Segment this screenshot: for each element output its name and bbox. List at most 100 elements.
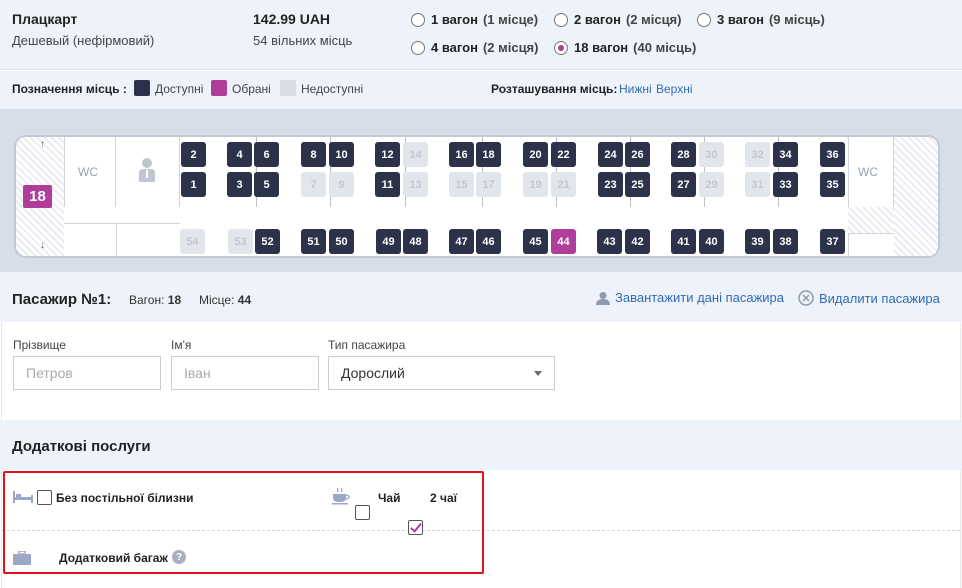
load-passenger-link[interactable]: Завантажити дані пасажира: [596, 290, 784, 305]
seat-13: 13: [403, 172, 428, 197]
seat-52[interactable]: 52: [255, 229, 280, 254]
seat-45[interactable]: 45: [523, 229, 548, 254]
seat-31: 31: [745, 172, 770, 197]
seat-39[interactable]: 39: [745, 229, 770, 254]
seat-40[interactable]: 40: [699, 229, 724, 254]
seat-1[interactable]: 1: [181, 172, 206, 197]
seat-28[interactable]: 28: [671, 142, 696, 167]
divider: [116, 223, 117, 256]
passenger-type-select[interactable]: Дорослий: [328, 356, 555, 390]
car-class: Плацкарт: [12, 11, 78, 27]
seat-54: 54: [180, 229, 205, 254]
seat-41[interactable]: 41: [671, 229, 696, 254]
seat-26[interactable]: 26: [625, 142, 650, 167]
seat-29: 29: [699, 172, 724, 197]
seat-3[interactable]: 3: [227, 172, 252, 197]
wagon-option-18[interactable]: 18 вагон (40 місць): [554, 40, 696, 55]
seat-49[interactable]: 49: [376, 229, 401, 254]
user-icon: [596, 291, 610, 305]
name-label: Ім'я: [171, 338, 192, 352]
legend-selected-label: Обрані: [232, 82, 271, 96]
radio-button[interactable]: [554, 12, 568, 27]
legend-unavailable-label: Недоступні: [301, 82, 364, 96]
highlight-box: [3, 471, 484, 574]
seat-6[interactable]: 6: [254, 142, 279, 167]
seat-23[interactable]: 23: [598, 172, 623, 197]
seat-43[interactable]: 43: [597, 229, 622, 254]
passenger-seat: Місце: 44: [199, 293, 252, 307]
passenger-wagon: Вагон: 18: [129, 293, 182, 307]
wagon-option-2[interactable]: 2 вагон (2 місця): [554, 12, 681, 27]
vestibule-right: [848, 233, 894, 256]
legend-available-label: Доступні: [155, 82, 204, 96]
seat-46[interactable]: 46: [476, 229, 501, 254]
seat-16[interactable]: 16: [449, 142, 474, 167]
services-title: Додаткові послуги: [12, 438, 151, 455]
seat-38[interactable]: 38: [773, 229, 798, 254]
wagon-option-3[interactable]: 3 вагон (9 місць): [697, 12, 825, 27]
car-number-badge: 18: [23, 185, 52, 208]
legend-unavailable-swatch: [280, 80, 296, 96]
radio-button[interactable]: [411, 40, 425, 55]
seat-18[interactable]: 18: [476, 142, 501, 167]
close-circle-icon: [798, 290, 814, 306]
seat-7: 7: [301, 172, 326, 197]
seat-30: 30: [699, 142, 724, 167]
seat-47[interactable]: 47: [449, 229, 474, 254]
seat-37[interactable]: 37: [820, 229, 845, 254]
seat-42[interactable]: 42: [625, 229, 650, 254]
seat-17: 17: [476, 172, 501, 197]
seat-51[interactable]: 51: [301, 229, 326, 254]
seat-12[interactable]: 12: [375, 142, 400, 167]
seat-24[interactable]: 24: [598, 142, 623, 167]
seat-21: 21: [551, 172, 576, 197]
arrow-down-icon: ↓: [40, 240, 45, 251]
seat-48[interactable]: 48: [403, 229, 428, 254]
legend-available-swatch: [134, 80, 150, 96]
seat-35[interactable]: 35: [820, 172, 845, 197]
delete-passenger-link[interactable]: Видалити пасажира: [798, 290, 940, 306]
wagon-end-right: [894, 137, 938, 256]
seat-11[interactable]: 11: [375, 172, 400, 197]
wagon-option-1[interactable]: 1 вагон (1 місце): [411, 12, 538, 27]
seat-15: 15: [449, 172, 474, 197]
seat-33[interactable]: 33: [773, 172, 798, 197]
radio-button[interactable]: [697, 12, 711, 27]
seat-53: 53: [228, 229, 253, 254]
seat-27[interactable]: 27: [671, 172, 696, 197]
seat-4[interactable]: 4: [227, 142, 252, 167]
legend-selected-swatch: [211, 80, 227, 96]
seat-20[interactable]: 20: [523, 142, 548, 167]
seat-19: 19: [523, 172, 548, 197]
name-input[interactable]: Іван: [171, 356, 319, 390]
seat-22[interactable]: 22: [551, 142, 576, 167]
upper-seats-link[interactable]: Верхні: [656, 82, 693, 96]
seat-2[interactable]: 2: [181, 142, 206, 167]
passenger-title: Пасажир №1:: [12, 291, 112, 308]
wc-left-label: WC: [78, 165, 98, 179]
seat-34[interactable]: 34: [773, 142, 798, 167]
corridor-hatch: [848, 207, 894, 233]
chevron-down-icon: [534, 370, 542, 376]
lower-seats-link[interactable]: Нижні: [619, 82, 652, 96]
seat-25[interactable]: 25: [625, 172, 650, 197]
seat-9: 9: [329, 172, 354, 197]
seat-36[interactable]: 36: [820, 142, 845, 167]
seat-44[interactable]: 44: [551, 229, 576, 254]
seat-50[interactable]: 50: [329, 229, 354, 254]
seat-5[interactable]: 5: [254, 172, 279, 197]
free-seats: 54 вільних місць: [253, 33, 353, 48]
seat-8[interactable]: 8: [301, 142, 326, 167]
radio-button[interactable]: [411, 12, 425, 27]
wagon-option-4[interactable]: 4 вагон (2 місця): [411, 40, 538, 55]
arrow-up-icon: ↑: [40, 139, 45, 150]
legend-title: Позначення місць :: [12, 82, 127, 96]
conductor-icon: [139, 158, 155, 182]
passenger-type-label: Тип пасажира: [328, 338, 406, 352]
seat-10[interactable]: 10: [329, 142, 354, 167]
surname-label: Прізвище: [13, 338, 66, 352]
car-subtitle: Дешевый (нефірмовий): [12, 33, 155, 48]
surname-input[interactable]: Петров: [13, 356, 161, 390]
radio-button-selected[interactable]: [554, 40, 568, 55]
seat-14: 14: [403, 142, 428, 167]
